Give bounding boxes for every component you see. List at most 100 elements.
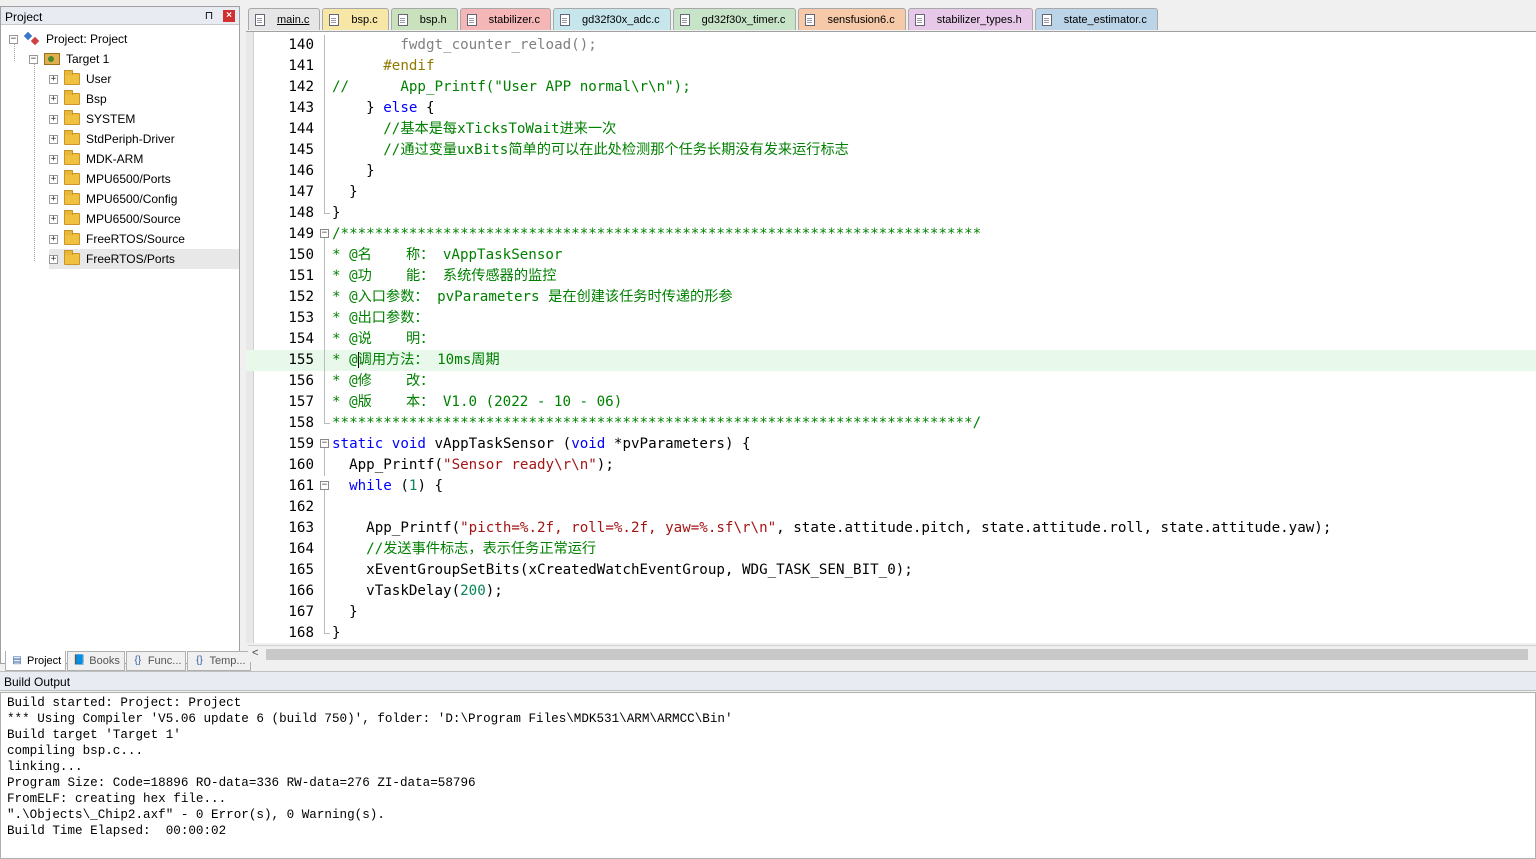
code-line[interactable]: 165 xEventGroupSetBits(xCreatedWatchEven… xyxy=(246,560,1536,581)
tree-item-group[interactable]: + MPU6500/Source xyxy=(49,209,181,229)
file-icon xyxy=(466,13,477,26)
fold-toggle-icon[interactable]: − xyxy=(320,439,329,448)
editor-tab-state-estimator-c[interactable]: state_estimator.c xyxy=(1034,8,1158,30)
expand-icon[interactable]: + xyxy=(49,194,58,204)
code-line[interactable]: 166 vTaskDelay(200); xyxy=(246,581,1536,602)
line-number: 155 xyxy=(288,352,314,368)
code-line[interactable]: 168} xyxy=(246,623,1536,643)
expand-icon[interactable]: + xyxy=(49,114,58,124)
tree-item-group[interactable]: + FreeRTOS/Source xyxy=(49,229,185,249)
tree-item-group[interactable]: + MDK-ARM xyxy=(49,149,143,169)
tree-item-group[interactable]: + FreeRTOS/Ports xyxy=(49,249,239,269)
expand-icon[interactable]: + xyxy=(49,214,58,224)
code-line[interactable]: 163 App_Printf("picth=%.2f, roll=%.2f, y… xyxy=(246,518,1536,539)
code-line[interactable]: 146 } xyxy=(246,161,1536,182)
editor-tab-bsp-c[interactable]: bsp.c xyxy=(322,8,389,30)
code-line[interactable]: 145 //通过变量uxBits简单的可以在此处检测那个任务长期没有发来运行标志 xyxy=(246,140,1536,161)
code-text: } xyxy=(332,182,358,203)
line-number: 149 xyxy=(288,226,314,242)
code-line[interactable]: 148} xyxy=(246,203,1536,224)
code-line[interactable]: 147 } xyxy=(246,182,1536,203)
code-text: //基本是每xTicksToWait进来一次 xyxy=(332,119,616,140)
tree-item-group[interactable]: + User xyxy=(49,69,111,89)
code-line[interactable]: 164 //发送事件标志，表示任务正常运行 xyxy=(246,539,1536,560)
tree-item-target[interactable]: − Target 1 xyxy=(29,49,109,69)
fold-guide xyxy=(324,161,325,182)
code-line[interactable]: 151 * @功 能： 系统传感器的监控 xyxy=(246,266,1536,287)
scrollbar-thumb[interactable] xyxy=(266,649,1528,660)
code-text: ****************************************… xyxy=(332,413,981,434)
code-line[interactable]: 142 // App_Printf("User APP normal\r\n"); xyxy=(246,77,1536,98)
code-token: /***************************************… xyxy=(332,226,982,242)
tab-books[interactable]: 📘 Books xyxy=(67,651,125,671)
code-editor[interactable]: 140 fwdgt_counter_reload(); 141 #endif 142… xyxy=(246,31,1536,643)
code-line[interactable]: 158 *************************************… xyxy=(246,413,1536,434)
tree-item-group[interactable]: + Bsp xyxy=(49,89,107,109)
code-line[interactable]: 149−/***********************************… xyxy=(246,224,1536,245)
code-line[interactable]: 144 //基本是每xTicksToWait进来一次 xyxy=(246,119,1536,140)
tab-func[interactable]: {} Func... xyxy=(125,651,187,671)
code-line[interactable]: 143 } else { xyxy=(246,98,1536,119)
line-number: 154 xyxy=(288,331,314,347)
code-line[interactable]: 155 * @调用方法： 10ms周期 xyxy=(246,350,1536,371)
line-number: 164 xyxy=(288,541,314,557)
scroll-left-arrow-icon[interactable]: < xyxy=(252,647,258,659)
code-line[interactable]: 150 * @名 称： vAppTaskSensor xyxy=(246,245,1536,266)
editor-tab-bsp-h[interactable]: bsp.h xyxy=(390,8,458,30)
file-icon xyxy=(559,13,570,26)
tab-project[interactable]: ▤ Project xyxy=(5,651,67,671)
tree-item-group[interactable]: + SYSTEM xyxy=(49,109,135,129)
fold-toggle-icon[interactable]: − xyxy=(320,229,329,238)
expand-icon[interactable]: + xyxy=(49,154,58,164)
expand-icon[interactable]: + xyxy=(49,134,58,144)
fold-guide xyxy=(324,602,325,623)
editor-tab-gd32f30x-adc-c[interactable]: gd32f30x_adc.c xyxy=(552,8,671,30)
editor-tab-sensfusion6-c[interactable]: sensfusion6.c xyxy=(798,8,906,30)
expand-icon[interactable]: + xyxy=(49,94,58,104)
code-token: #endif xyxy=(332,58,435,74)
expand-icon[interactable]: + xyxy=(49,174,58,184)
tree-item-group[interactable]: + MPU6500/Ports xyxy=(49,169,171,189)
code-text: * @功 能： 系统传感器的监控 xyxy=(332,266,556,287)
code-token: } xyxy=(332,604,358,620)
tree-item-group[interactable]: + MPU6500/Config xyxy=(49,189,177,209)
editor-tab-stabilizer-types-h[interactable]: stabilizer_types.h xyxy=(907,8,1033,30)
code-line[interactable]: 154 * @说 明： xyxy=(246,329,1536,350)
expand-icon[interactable]: + xyxy=(49,74,58,84)
editor-tab-gd32f30x-timer-c[interactable]: gd32f30x_timer.c xyxy=(672,8,797,30)
editor-tab-main-c[interactable]: main.c xyxy=(248,8,321,30)
build-output-line: *** Using Compiler 'V5.06 update 6 (buil… xyxy=(7,712,733,726)
line-number: 167 xyxy=(288,604,314,620)
code-token: * @修 改： xyxy=(332,373,435,389)
code-line[interactable]: 140 fwdgt_counter_reload(); xyxy=(246,35,1536,56)
code-line[interactable]: 160 App_Printf("Sensor ready\r\n"); xyxy=(246,455,1536,476)
tree-item-project-root[interactable]: − Project: Project xyxy=(9,29,127,49)
code-line[interactable]: 162 xyxy=(246,497,1536,518)
close-icon[interactable]: × xyxy=(223,10,235,22)
code-line[interactable]: 153 * @出口参数： xyxy=(246,308,1536,329)
code-line[interactable]: 167 } xyxy=(246,602,1536,623)
tree-item-group[interactable]: + StdPeriph-Driver xyxy=(49,129,175,149)
horizontal-scrollbar[interactable]: < xyxy=(248,645,1536,662)
code-line[interactable]: 152 * @入口参数： pvParameters 是在创建该任务时传递的形参 xyxy=(246,287,1536,308)
fold-toggle-icon[interactable]: − xyxy=(320,481,329,490)
code-token: } xyxy=(332,100,384,116)
code-text: * @版 本： V1.0 (2022 - 10 - 06) xyxy=(332,392,622,413)
fold-guide xyxy=(324,350,325,371)
tab-temp[interactable]: {} Temp... xyxy=(187,651,251,671)
code-token: * @入口参数： pvParameters 是在创建该任务时传递的形参 xyxy=(332,289,733,305)
build-output-panel[interactable]: Build started: Project: Project *** Using… xyxy=(0,692,1536,859)
code-line[interactable]: 161− while (1) { xyxy=(246,476,1536,497)
expand-icon[interactable]: + xyxy=(49,234,58,244)
code-token: } xyxy=(332,163,375,179)
expand-icon[interactable]: + xyxy=(49,254,58,264)
code-line[interactable]: 141 #endif xyxy=(246,56,1536,77)
tree-item-label: Project: Project xyxy=(46,32,128,46)
pin-icon[interactable]: ⊓ xyxy=(203,9,215,22)
code-line[interactable]: 157 * @版 本： V1.0 (2022 - 10 - 06) xyxy=(246,392,1536,413)
editor-tab-stabilizer-c[interactable]: stabilizer.c xyxy=(459,8,551,30)
code-line[interactable]: 156 * @修 改： xyxy=(246,371,1536,392)
build-output-line: Build target 'Target 1' xyxy=(7,728,181,742)
line-number: 159 xyxy=(288,436,314,452)
code-line[interactable]: 159− static void vAppTaskSensor (void *pv… xyxy=(246,434,1536,455)
